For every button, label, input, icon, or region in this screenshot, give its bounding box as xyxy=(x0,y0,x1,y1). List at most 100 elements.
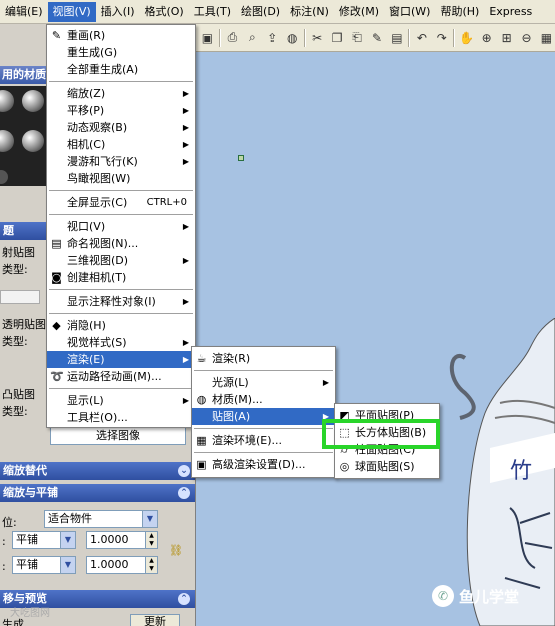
menu-insert[interactable]: 插入(I) xyxy=(96,2,140,22)
zoom-window-icon[interactable]: ⊞ xyxy=(498,29,515,47)
material-swatches xyxy=(0,86,48,186)
position-label: 位: xyxy=(2,516,17,529)
material-swatch[interactable] xyxy=(22,90,44,112)
teapot-icon: ☕ xyxy=(196,352,207,365)
menu-help[interactable]: 帮助(H) xyxy=(435,2,484,22)
blend-slider[interactable] xyxy=(0,290,40,304)
menu-express[interactable]: Express xyxy=(484,2,537,22)
collapse-icon[interactable]: ⌃ xyxy=(178,487,190,499)
menu-item-orbit[interactable]: 动态观察(B) ▶ xyxy=(47,119,195,136)
submenu-arrow-icon: ▶ xyxy=(322,378,329,387)
vase-model[interactable]: 竹 xyxy=(440,318,555,626)
zoom-realtime-icon[interactable]: ⊕ xyxy=(478,29,495,47)
match-properties-icon[interactable]: ✎ xyxy=(369,29,386,47)
menu-dimension[interactable]: 标注(N) xyxy=(285,2,334,22)
chevron-down-icon[interactable]: ▼ xyxy=(60,557,75,573)
menu-format[interactable]: 格式(O) xyxy=(139,2,188,22)
menu-item-render[interactable]: 渲染(E) ▶ xyxy=(47,351,195,368)
view-menu: ✎ 重画(R) 重生成(G) 全部重生成(A) 缩放(Z) ▶ 平移(P) ▶ 动态观… xyxy=(46,24,196,428)
cut-icon[interactable]: ✂ xyxy=(309,29,326,47)
menu-view[interactable]: 视图(V) xyxy=(47,1,96,22)
menu-item-advanced-render-settings[interactable]: ▣ 高级渲染设置(D)... xyxy=(192,456,335,473)
properties-icon[interactable]: ▦ xyxy=(538,29,555,47)
highlight-box xyxy=(322,419,440,449)
lock-icon[interactable]: ⛓ xyxy=(169,544,183,557)
menu-item-named-views[interactable]: ▤ 命名视图(N)... xyxy=(47,235,195,252)
menu-item-create-camera[interactable]: ◙ 创建相机(T) xyxy=(47,269,195,286)
standard-toolbar: ▣ ⎙ ⌕ ⇪ ◍ ✂ ❐ ⎗ ✎ ▤ ↶ ↷ ✋ ⊕ ⊞ ⊖ ▦ xyxy=(196,24,555,52)
menu-draw[interactable]: 绘图(D) xyxy=(236,2,285,22)
menu-item-3d-views[interactable]: 三维视图(D) ▶ xyxy=(47,252,195,269)
menu-item-regen-all[interactable]: 全部重生成(A) xyxy=(47,61,195,78)
plot-icon[interactable]: ⎙ xyxy=(224,29,241,47)
redo-icon[interactable]: ↷ xyxy=(433,29,450,47)
material-swatch[interactable] xyxy=(0,90,14,112)
menu-item-render-now[interactable]: ☕ 渲染(R) xyxy=(192,350,335,367)
menu-item-display[interactable]: 显示(L) ▶ xyxy=(47,392,195,409)
expand-icon[interactable]: ⌄ xyxy=(178,465,190,477)
globe-icon[interactable]: ◍ xyxy=(284,29,301,47)
v-tile-select[interactable]: 平铺 ▼ xyxy=(12,556,76,574)
preview-icon[interactable]: ⌕ xyxy=(244,29,261,47)
chevron-down-icon[interactable]: ▼ xyxy=(142,511,157,527)
menu-bar: 编辑(E) 视图(V) 插入(I) 格式(O) 工具(T) 绘图(D) 标注(N… xyxy=(0,0,555,24)
menu-window[interactable]: 窗口(W) xyxy=(384,2,435,22)
menu-item-annotative-objects[interactable]: 显示注释性对象(I) ▶ xyxy=(47,293,195,310)
menu-item-mapping[interactable]: 贴图(A) ▶ xyxy=(192,408,335,425)
v-tile-value: 平铺 xyxy=(16,558,38,571)
menu-item-hide[interactable]: ◆ 消隐(H) xyxy=(47,317,195,334)
pan-icon[interactable]: ✋ xyxy=(458,29,475,47)
material-scaling-bar[interactable]: 缩放替代 ⌄ xyxy=(0,462,195,480)
material-swatch[interactable] xyxy=(22,130,44,152)
menu-item-clean-screen[interactable]: 全屏显示(C) CTRL+0 xyxy=(47,194,195,211)
menu-modify[interactable]: 修改(M) xyxy=(334,2,384,22)
menu-item-materials[interactable]: ◍ 材质(M)... xyxy=(192,391,335,408)
menu-item-regen[interactable]: 重生成(G) xyxy=(47,44,195,61)
menu-item-pan[interactable]: 平移(P) ▶ xyxy=(47,102,195,119)
submenu-arrow-icon: ▶ xyxy=(182,89,189,98)
u-tile-select[interactable]: 平铺 ▼ xyxy=(12,531,76,549)
publish-icon[interactable]: ⇪ xyxy=(264,29,281,47)
toolbar-separator xyxy=(408,28,411,47)
menu-item-zoom[interactable]: 缩放(Z) ▶ xyxy=(47,85,195,102)
menu-item-redraw[interactable]: ✎ 重画(R) xyxy=(47,27,195,44)
menu-item-visual-styles[interactable]: 视觉样式(S) ▶ xyxy=(47,334,195,351)
submenu-arrow-icon: ▶ xyxy=(182,297,189,306)
menu-edit[interactable]: 编辑(E) xyxy=(0,2,48,22)
section-header[interactable]: 题 xyxy=(0,222,48,240)
scaling-tiling-bar[interactable]: 缩放与平铺 ⌃ xyxy=(0,484,195,502)
menu-item-spherical-mapping[interactable]: ◎ 球面贴图(S) xyxy=(335,458,439,475)
menu-item-motion-path[interactable]: ➰ 运动路径动画(M)... xyxy=(47,368,195,385)
menu-tools[interactable]: 工具(T) xyxy=(189,2,236,22)
environment-icon: ▦ xyxy=(196,434,207,447)
select-image-button[interactable]: 选择图像 xyxy=(50,427,186,445)
render-submenu: ☕ 渲染(R) 光源(L) ▶ ◍ 材质(M)... 贴图(A) ▶ ▦ 渲染环境(E).… xyxy=(191,346,336,478)
copy-icon[interactable]: ❐ xyxy=(329,29,346,47)
spinner-arrows-icon[interactable]: ▲ ▼ xyxy=(145,557,157,573)
spinner-arrows-icon[interactable]: ▲ ▼ xyxy=(145,532,157,548)
menu-item-aerial-view[interactable]: 鸟瞰视图(W) xyxy=(47,170,195,187)
u-scale-spinner[interactable]: 1.0000 ▲ ▼ xyxy=(86,531,158,549)
v-scale-spinner[interactable]: 1.0000 ▲ ▼ xyxy=(86,556,158,574)
menu-item-viewports[interactable]: 视口(V) ▶ xyxy=(47,218,195,235)
chevron-down-icon[interactable]: ▼ xyxy=(60,532,75,548)
menu-separator xyxy=(49,81,193,82)
material-swatch[interactable] xyxy=(0,130,14,152)
menu-item-walk-fly[interactable]: 漫游和飞行(K) ▶ xyxy=(47,153,195,170)
paste-icon[interactable]: ⎗ xyxy=(349,29,366,47)
scale-units-select[interactable]: 适合物件 ▼ xyxy=(44,510,158,528)
toolbar-separator xyxy=(453,28,456,47)
grip-handle[interactable] xyxy=(238,155,244,161)
undo-icon[interactable]: ↶ xyxy=(413,29,430,47)
collapse-icon[interactable]: ⌃ xyxy=(178,593,190,605)
update-button[interactable]: 更新 xyxy=(130,614,180,626)
menu-item-camera[interactable]: 相机(C) ▶ xyxy=(47,136,195,153)
block-editor-icon[interactable]: ▤ xyxy=(388,29,405,47)
zoom-previous-icon[interactable]: ⊖ xyxy=(518,29,535,47)
menu-item-lights[interactable]: 光源(L) ▶ xyxy=(192,374,335,391)
save-icon[interactable]: ▣ xyxy=(199,29,216,47)
menu-item-toolbars[interactable]: 工具栏(O)... xyxy=(47,409,195,426)
submenu-arrow-icon: ▶ xyxy=(182,396,189,405)
submenu-arrow-icon: ▶ xyxy=(182,106,189,115)
menu-item-render-environment[interactable]: ▦ 渲染环境(E)... xyxy=(192,432,335,449)
